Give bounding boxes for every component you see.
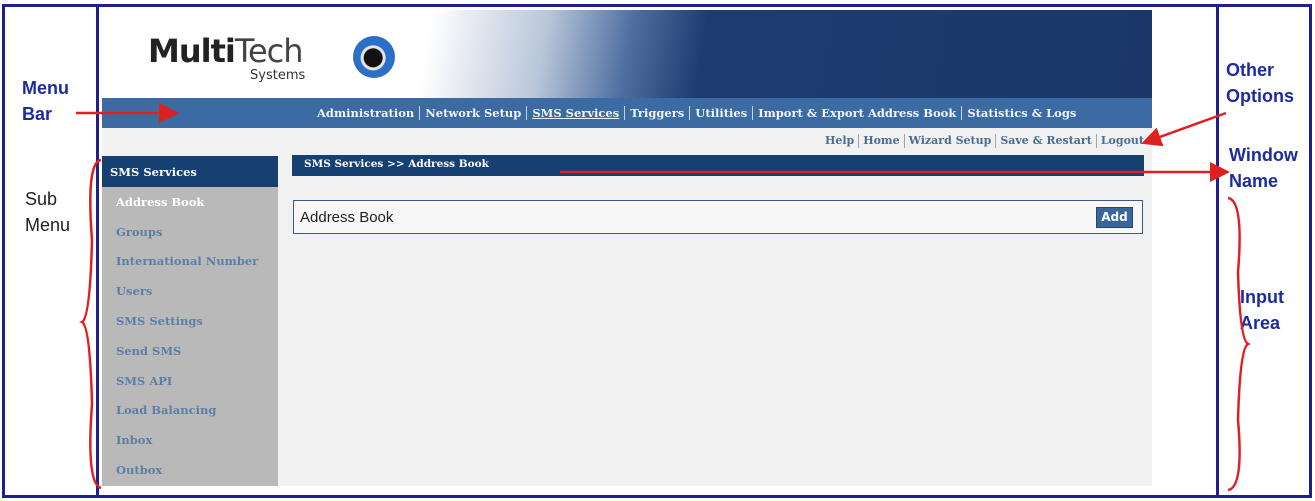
sidebar-item-users[interactable]: Users [102,276,278,306]
menu-bar: Administration Network Setup SMS Service… [102,98,1152,128]
add-button[interactable]: Add [1096,207,1133,228]
menu-statistics-logs[interactable]: Statistics & Logs [962,106,1081,120]
sidebar-item-send-sms[interactable]: Send SMS [102,336,278,366]
option-wizard-setup[interactable]: Wizard Setup [905,134,997,148]
left-divider [96,4,99,498]
annotation-other-options: Other Options [1226,57,1294,109]
sidebar-item-outbox[interactable]: Outbox [102,455,278,485]
logo-globe-icon [353,36,395,78]
option-home[interactable]: Home [859,134,905,148]
annotation-sub-menu-line1: Sub [25,189,58,209]
app-window: MultiTech Systems Administration Network… [102,10,1152,486]
menu-import-export-address-book[interactable]: Import & Export Address Book [753,106,963,120]
annotation-window-name-line2: Name [1229,171,1279,191]
menu-network-setup[interactable]: Network Setup [420,106,528,120]
address-book-panel: Address Book Add [293,200,1143,234]
annotation-other-options-line1: Other [1226,60,1275,80]
logo-tech: Tech [234,32,304,70]
other-options: Help Home Wizard Setup Save & Restart Lo… [821,134,1148,148]
sidebar-item-address-book[interactable]: Address Book [102,187,278,217]
logo-multi: Multi [148,32,236,70]
sub-menu-header: SMS Services [102,156,278,187]
option-logout[interactable]: Logout [1097,134,1148,148]
menu-items: Administration Network Setup SMS Service… [312,98,1081,128]
right-divider [1216,4,1219,498]
menu-triggers[interactable]: Triggers [625,106,691,120]
annotation-window-name-line1: Window [1229,145,1298,165]
annotation-sub-menu-line2: Menu [25,215,71,235]
sidebar-item-load-balancing[interactable]: Load Balancing [102,396,278,426]
annotation-other-options-line2: Options [1226,86,1294,106]
annotation-input-area: Input Area [1240,284,1284,336]
sidebar-item-inbox[interactable]: Inbox [102,425,278,455]
sidebar-item-sms-api[interactable]: SMS API [102,366,278,396]
annotation-input-area-line2: Area [1240,313,1281,333]
window-name-bar: SMS Services >> Address Book [292,155,1144,176]
sub-menu: SMS Services Address Book Groups Interna… [102,156,278,486]
annotation-sub-menu: Sub Menu [25,186,70,238]
annotation-menu-bar: Menu Bar [22,75,69,127]
annotation-menu-bar-line2: Bar [22,104,53,124]
menu-sms-services[interactable]: SMS Services [527,106,626,120]
sidebar-item-sms-settings[interactable]: SMS Settings [102,306,278,336]
menu-administration[interactable]: Administration [312,106,421,120]
header-banner: MultiTech Systems [102,10,1152,98]
annotation-window-name: Window Name [1229,142,1298,194]
logo-systems: Systems [250,68,306,83]
sidebar-item-international-number[interactable]: International Number [102,247,278,277]
option-save-restart[interactable]: Save & Restart [996,134,1097,148]
annotation-menu-bar-line1: Menu [22,78,69,98]
panel-title: Address Book [300,209,394,226]
menu-utilities[interactable]: Utilities [690,106,754,120]
multitech-logo: MultiTech Systems [148,32,395,83]
annotation-input-area-line1: Input [1240,287,1284,307]
sidebar-item-groups[interactable]: Groups [102,217,278,247]
option-help[interactable]: Help [821,134,860,148]
